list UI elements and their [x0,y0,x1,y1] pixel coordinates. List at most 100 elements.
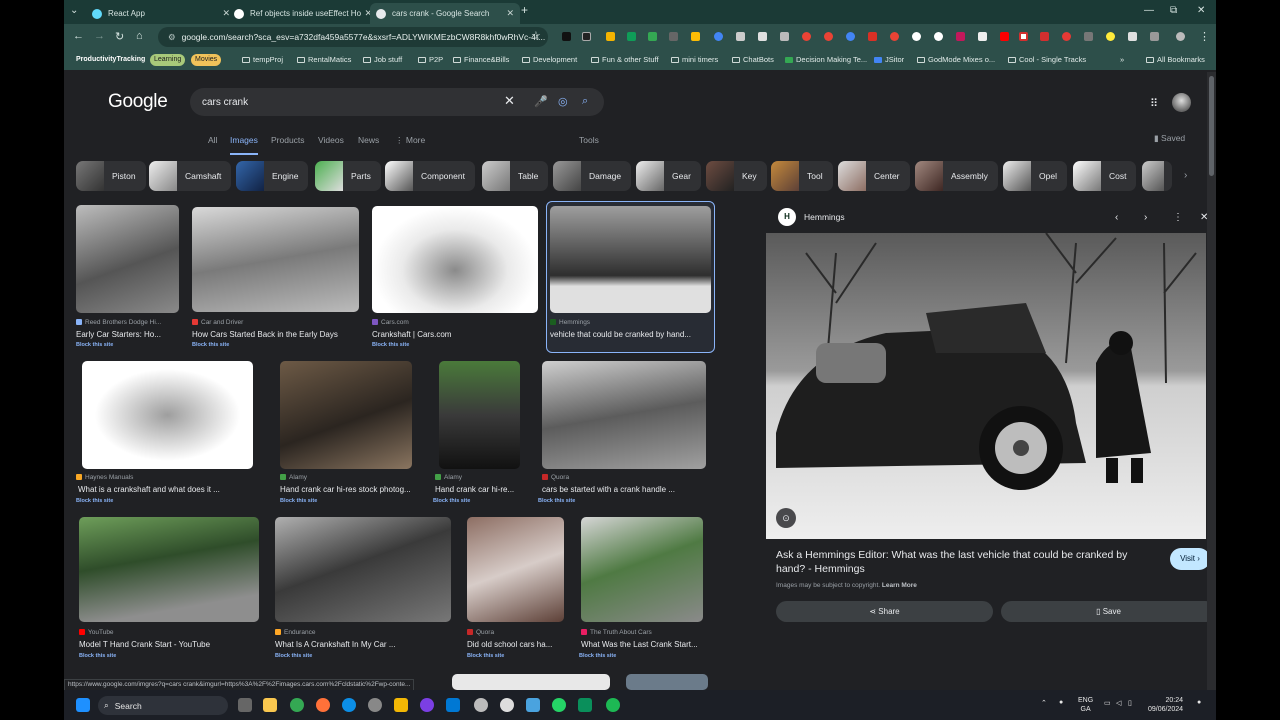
more-bookmarks-icon[interactable]: » [1120,55,1124,64]
result-image[interactable] [79,517,259,622]
edge-icon[interactable] [342,698,356,712]
result-title[interactable]: What Is A Crankshaft In My Car ... [275,640,451,649]
bookmark-folder[interactable]: Development [522,55,577,64]
chip-engine[interactable]: Engine [236,161,309,191]
result-image[interactable] [76,205,179,313]
bookmark-folder[interactable]: Job stuff [363,55,402,64]
extension-icon[interactable] [824,32,833,41]
result-title[interactable]: What is a crankshaft and what does it ..… [78,485,248,494]
extension-icon[interactable] [912,32,921,41]
app-icon[interactable] [420,698,434,712]
result-title[interactable]: vehicle that could be cranked by hand... [550,330,708,339]
search-icon[interactable]: ⌕ [582,95,588,108]
all-bookmarks[interactable]: All Bookmarks [1146,55,1205,64]
learn-more-link[interactable]: Learn More [882,582,917,589]
task-view-icon[interactable] [238,698,252,712]
chip-tool[interactable]: Tool [771,161,833,191]
extension-icon[interactable] [1128,32,1137,41]
chip-parts[interactable]: Parts [315,161,381,191]
hemmings-logo[interactable]: H [778,208,796,226]
chip-component[interactable]: Component [385,161,475,191]
tab-react-app[interactable]: React App ✕ [86,3,236,24]
whatsapp-icon[interactable] [552,698,566,712]
block-site-link[interactable]: Block this site [538,498,575,504]
address-bar[interactable]: ⚙ google.com/search?sca_esv=a732dfa459a5… [158,27,548,47]
apps-grid-icon[interactable]: ⠿ [1150,97,1158,110]
tray-chevron-icon[interactable]: ⌃ [1041,699,1047,707]
scrollbar-thumb[interactable] [1209,76,1214,176]
new-tab-button[interactable]: + [521,3,528,17]
block-site-link[interactable]: Block this site [79,653,116,659]
network-icon[interactable]: ▭ [1104,699,1111,707]
extension-icon[interactable] [890,32,899,41]
extension-icon[interactable] [846,32,855,41]
preview-image[interactable] [766,233,1206,539]
extension-icon[interactable] [1019,32,1028,41]
previous-icon[interactable]: ‹ [1115,212,1118,223]
profile-icon[interactable] [1176,32,1185,41]
google-logo[interactable]: Google [108,91,168,113]
extension-icon[interactable] [582,32,591,41]
app-icon[interactable] [578,698,592,712]
app-icon[interactable] [526,698,540,712]
block-site-link[interactable]: Block this site [372,342,409,348]
extension-icon[interactable] [736,32,745,41]
chip-cost[interactable]: Cost [1073,161,1137,191]
taskbar-search[interactable]: ⌕ Search [98,696,228,715]
extension-icon[interactable] [1084,32,1093,41]
chip-camshaft[interactable]: Camshaft [149,161,232,191]
extension-icon[interactable] [1106,32,1115,41]
menu-icon[interactable]: ⋮ [1199,30,1210,43]
nav-products[interactable]: Products [271,135,305,145]
more-vert-icon[interactable]: ⋮ [1173,212,1183,223]
tab-ref-objects[interactable]: Ref objects inside useEffect Ho ✕ [228,3,378,24]
minimize-button[interactable]: — [1144,5,1154,16]
clock[interactable]: 20:24 09/06/2024 [1148,696,1183,714]
result-title[interactable]: How Cars Started Back in the Early Days [192,330,362,339]
result-image[interactable] [275,517,451,622]
visit-button[interactable]: Visit › [1170,548,1210,570]
reload-icon[interactable]: ↻ [115,30,124,43]
close-window-button[interactable]: ✕ [1197,5,1205,16]
extension-icon[interactable] [691,32,700,41]
windows-start-icon[interactable] [76,698,90,712]
extension-icon[interactable] [562,32,571,41]
result-title[interactable]: Hand crank car hi-res stock photog... [280,485,425,494]
search-input[interactable]: cars crank ✕ 🎤 ◎ ⌕ [190,88,604,116]
result-title[interactable]: Early Car Starters: Ho... [76,330,179,339]
firefox-icon[interactable] [316,698,330,712]
chip-opel[interactable]: Opel [1003,161,1067,191]
nav-images[interactable]: Images [230,135,258,145]
bookmark-folder[interactable]: GodMode Mixes o... [917,55,995,64]
block-site-link[interactable]: Block this site [275,653,312,659]
app-icon[interactable] [394,698,408,712]
bookmark-folder[interactable]: ChatBots [732,55,774,64]
extension-icon[interactable] [934,32,943,41]
block-site-link[interactable]: Block this site [467,653,504,659]
extension-icon[interactable] [802,32,811,41]
block-site-link[interactable]: Block this site [76,342,113,348]
result-image[interactable] [280,361,412,469]
extension-icon[interactable] [606,32,615,41]
chip-damage[interactable]: Damage [553,161,632,191]
extension-icon[interactable] [1040,32,1049,41]
result-title[interactable]: What Was the Last Crank Start... [581,640,706,649]
bookmark-folder[interactable]: Finance&Bills [453,55,509,64]
preview-title[interactable]: Ask a Hemmings Editor: What was the last… [776,548,1151,576]
home-icon[interactable]: ⌂ [136,30,143,42]
result-title[interactable]: cars be started with a crank handle ... [542,485,702,494]
chrome-icon[interactable] [290,698,304,712]
app-icon[interactable] [474,698,488,712]
extension-icon[interactable] [1062,32,1071,41]
block-site-link[interactable]: Block this site [76,498,113,504]
share-button[interactable]: ⋖ Share [776,601,993,622]
mic-icon[interactable]: 🎤 [534,95,548,108]
preview-source[interactable]: Hemmings [804,212,845,222]
clock-icon[interactable] [500,698,514,712]
result-title[interactable]: Crankshaft | Cars.com [372,330,538,339]
nav-all[interactable]: All [208,135,217,145]
block-site-link[interactable]: Block this site [433,498,470,504]
forward-icon[interactable]: → [94,30,105,42]
chip-table[interactable]: Table [482,161,549,191]
mic-icon[interactable]: ● [1059,699,1063,706]
